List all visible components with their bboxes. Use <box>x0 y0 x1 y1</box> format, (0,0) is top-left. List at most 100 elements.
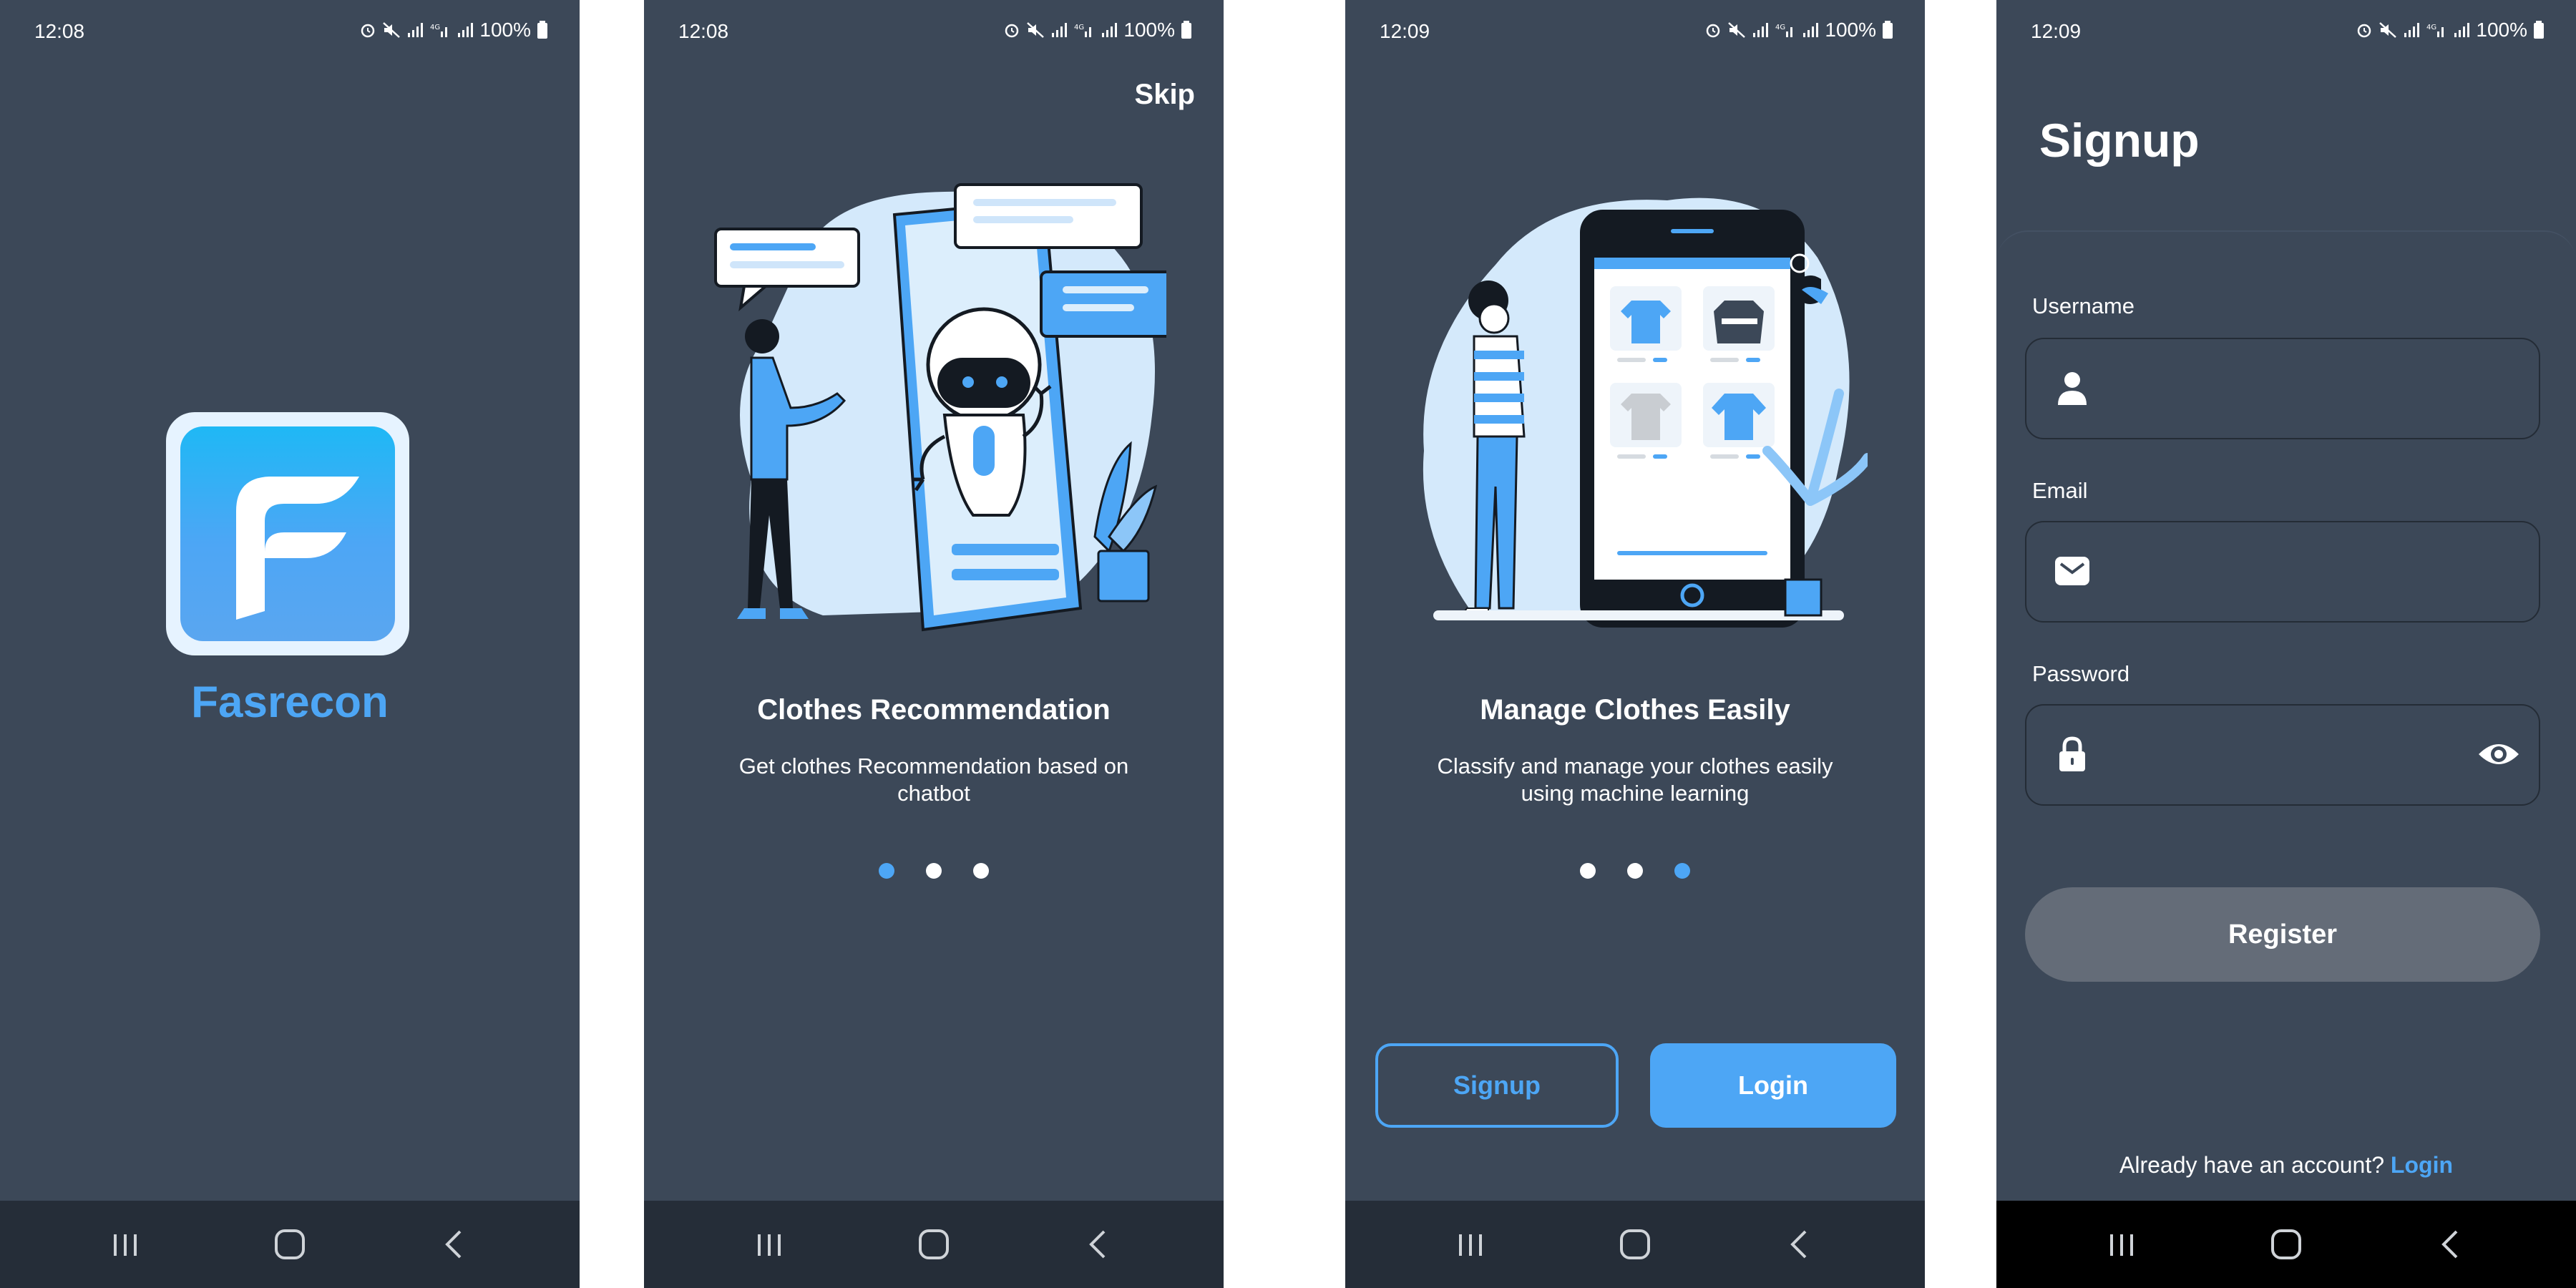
signup-screen: 12:09 4G 100% Signup Username Email Pass… <box>1996 0 2576 1288</box>
email-input[interactable] <box>2105 544 2460 601</box>
wardrobe-app-illustration <box>1423 197 1868 628</box>
back-icon[interactable] <box>2429 1226 2472 1262</box>
email-label: Email <box>2032 478 2088 503</box>
email-field[interactable] <box>2025 521 2540 623</box>
4g-icon: 4G <box>2426 24 2444 37</box>
username-input[interactable] <box>2105 361 2460 418</box>
signal-icon <box>2454 23 2470 37</box>
signal-icon <box>408 23 424 37</box>
status-time: 12:08 <box>34 20 85 42</box>
back-icon[interactable] <box>1077 1226 1120 1262</box>
login-link[interactable]: Login <box>2391 1152 2453 1178</box>
mail-icon <box>2054 552 2091 590</box>
eye-icon[interactable] <box>2477 736 2520 773</box>
alarm-icon <box>1005 24 1019 38</box>
signal-icon <box>1052 23 1068 37</box>
page-dot[interactable] <box>973 863 989 879</box>
status-bar: 12:08 4G 100% <box>644 0 1224 64</box>
status-bar: 12:08 4G 100% <box>0 0 580 64</box>
splash-screen: 12:08 4G 100% Fasrecon <box>0 0 580 1288</box>
password-label: Password <box>2032 661 2130 686</box>
signal-icon <box>2404 23 2420 37</box>
login-button[interactable]: Login <box>1650 1043 1896 1128</box>
alarm-icon <box>2358 24 2371 38</box>
svg-text:4G: 4G <box>1775 24 1785 31</box>
page-dot[interactable] <box>1580 863 1596 879</box>
svg-text:4G: 4G <box>1074 24 1084 31</box>
page-dot[interactable] <box>926 863 942 879</box>
username-label: Username <box>2032 293 2135 318</box>
chatbot-illustration <box>714 183 1166 632</box>
onboarding-description: Classify and manage your clothes easily … <box>1437 753 1833 806</box>
register-button[interactable]: Register <box>2025 887 2540 982</box>
back-icon[interactable] <box>433 1226 476 1262</box>
mute-icon <box>2379 22 2397 38</box>
status-time: 12:08 <box>678 20 729 42</box>
4g-icon: 4G <box>1775 24 1793 37</box>
4g-icon: 4G <box>1074 24 1092 37</box>
battery-percent: 100% <box>2476 19 2527 41</box>
onboarding-title: Manage Clothes Easily <box>1480 694 1790 726</box>
status-time: 12:09 <box>2031 20 2082 42</box>
page-indicator <box>1345 863 1925 879</box>
home-icon[interactable] <box>912 1226 955 1262</box>
battery-percent: 100% <box>1825 19 1876 41</box>
back-icon[interactable] <box>1778 1226 1821 1262</box>
battery-percent: 100% <box>1123 19 1175 41</box>
onboarding-screen-manage: 12:09 4G 100% Manage Clothes Easily Clas… <box>1345 0 1925 1288</box>
signup-form: Username Email Password Register <box>1996 230 2576 1201</box>
page-title: Signup <box>2039 114 2200 167</box>
home-icon[interactable] <box>2265 1226 2308 1262</box>
password-input[interactable] <box>2105 727 2460 784</box>
recent-apps-icon[interactable] <box>2100 1226 2143 1262</box>
skip-button[interactable]: Skip <box>1135 79 1195 111</box>
battery-icon <box>1883 21 1893 39</box>
signal-icon <box>1753 23 1769 37</box>
mute-icon <box>1728 22 1746 38</box>
page-dot[interactable] <box>1674 863 1690 879</box>
battery-icon <box>1181 21 1191 39</box>
page-indicator <box>644 863 1224 879</box>
home-icon[interactable] <box>1614 1226 1657 1262</box>
mute-icon <box>383 22 401 38</box>
logo-f-mark <box>236 477 359 620</box>
battery-percent: 100% <box>479 19 531 41</box>
username-field[interactable] <box>2025 338 2540 439</box>
login-prompt: Already have an account? Login <box>1996 1152 2576 1179</box>
onboarding-title: Clothes Recommendation <box>757 694 1111 726</box>
status-icons: 4G 100% <box>2356 19 2545 42</box>
svg-text:4G: 4G <box>2426 24 2436 31</box>
status-bar: 12:09 4G 100% <box>1345 0 1925 64</box>
alarm-icon <box>1707 24 1720 38</box>
password-field[interactable] <box>2025 704 2540 806</box>
recent-apps-icon[interactable] <box>748 1226 791 1262</box>
4g-icon: 4G <box>430 24 448 37</box>
alarm-icon <box>361 24 375 38</box>
mute-icon <box>1027 22 1045 38</box>
user-icon <box>2054 369 2091 406</box>
signup-button[interactable]: Signup <box>1375 1043 1619 1128</box>
recent-apps-icon[interactable] <box>104 1226 147 1262</box>
navigation-bar <box>1996 1201 2576 1288</box>
page-dot[interactable] <box>879 863 894 879</box>
signal-icon <box>1102 23 1118 37</box>
lock-icon <box>2054 736 2091 773</box>
navigation-bar <box>1345 1201 1925 1288</box>
svg-text:4G: 4G <box>430 24 440 31</box>
navigation-bar <box>0 1201 580 1288</box>
signal-icon <box>458 23 474 37</box>
signal-icon <box>1803 23 1819 37</box>
recent-apps-icon[interactable] <box>1449 1226 1492 1262</box>
have-account-text: Already have an account? <box>2119 1152 2385 1178</box>
app-logo <box>166 412 409 655</box>
onboarding-description: Get clothes Recommendation based on chat… <box>738 753 1129 806</box>
navigation-bar <box>644 1201 1224 1288</box>
status-icons: 4G 100% <box>1003 19 1192 42</box>
status-icons: 4G 100% <box>359 19 548 42</box>
home-icon[interactable] <box>268 1226 311 1262</box>
status-time: 12:09 <box>1380 20 1430 42</box>
status-icons: 4G 100% <box>1704 19 1893 42</box>
battery-icon <box>2534 21 2544 39</box>
battery-icon <box>537 21 547 39</box>
page-dot[interactable] <box>1627 863 1643 879</box>
